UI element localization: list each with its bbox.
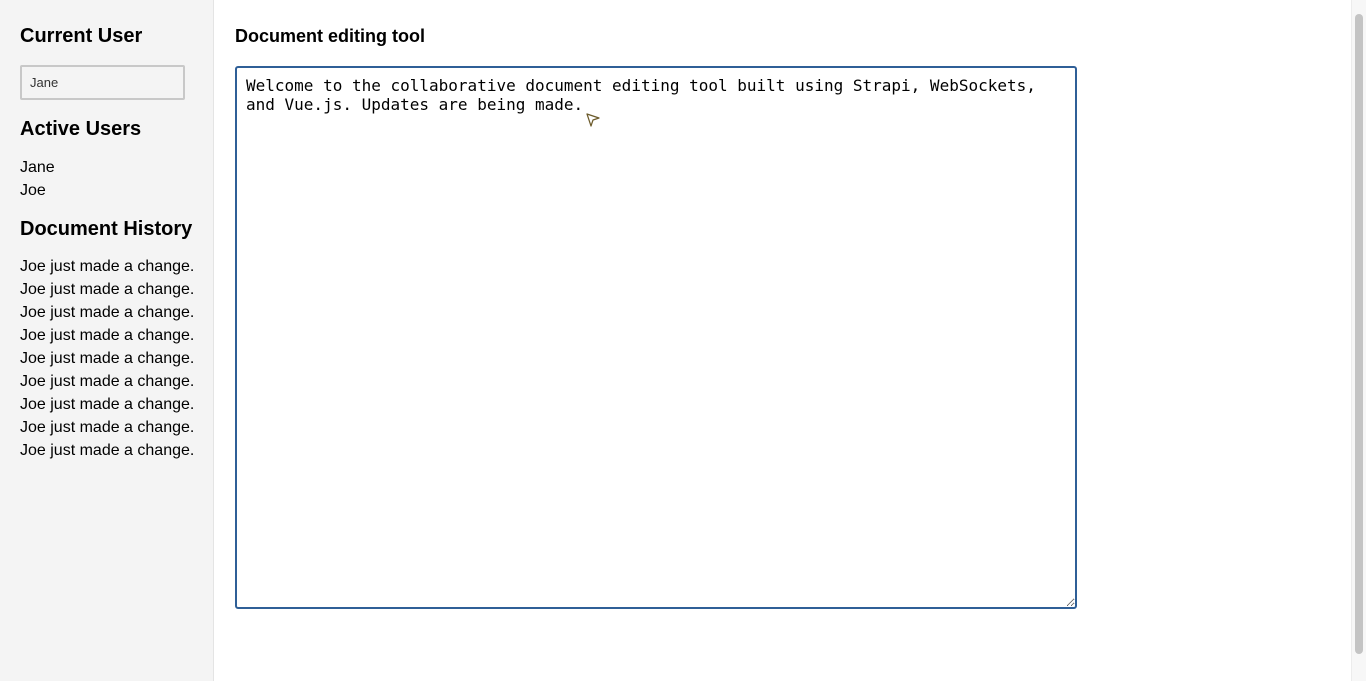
- history-item: Joe just made a change.: [20, 258, 195, 275]
- document-history-list: Joe just made a change. Joe just made a …: [20, 255, 194, 462]
- sidebar: Current User Active Users Jane Joe Docum…: [0, 0, 214, 681]
- document-editor[interactable]: [235, 66, 1077, 609]
- scrollbar-thumb[interactable]: [1355, 14, 1363, 654]
- history-item: Joe just made a change.: [20, 442, 195, 459]
- mouse-pointer-icon: [585, 112, 601, 128]
- active-users-list: Jane Joe: [20, 156, 55, 202]
- active-users-heading: Active Users: [20, 118, 142, 140]
- history-item: Joe just made a change.: [20, 396, 195, 413]
- page-scrollbar[interactable]: [1351, 0, 1366, 681]
- current-user-heading: Current User: [20, 25, 143, 47]
- document-history-heading: Document History: [20, 218, 193, 240]
- history-item: Joe just made a change.: [20, 350, 195, 367]
- active-user-item: Joe: [20, 182, 46, 199]
- current-user-input[interactable]: [20, 65, 185, 100]
- active-user-item: Jane: [20, 159, 55, 176]
- history-item: Joe just made a change.: [20, 304, 195, 321]
- history-item: Joe just made a change.: [20, 373, 195, 390]
- page-title: Document editing tool: [235, 26, 425, 46]
- history-item: Joe just made a change.: [20, 281, 195, 298]
- app-root: Current User Active Users Jane Joe Docum…: [0, 0, 1366, 681]
- history-item: Joe just made a change.: [20, 327, 195, 344]
- history-item: Joe just made a change.: [20, 419, 195, 436]
